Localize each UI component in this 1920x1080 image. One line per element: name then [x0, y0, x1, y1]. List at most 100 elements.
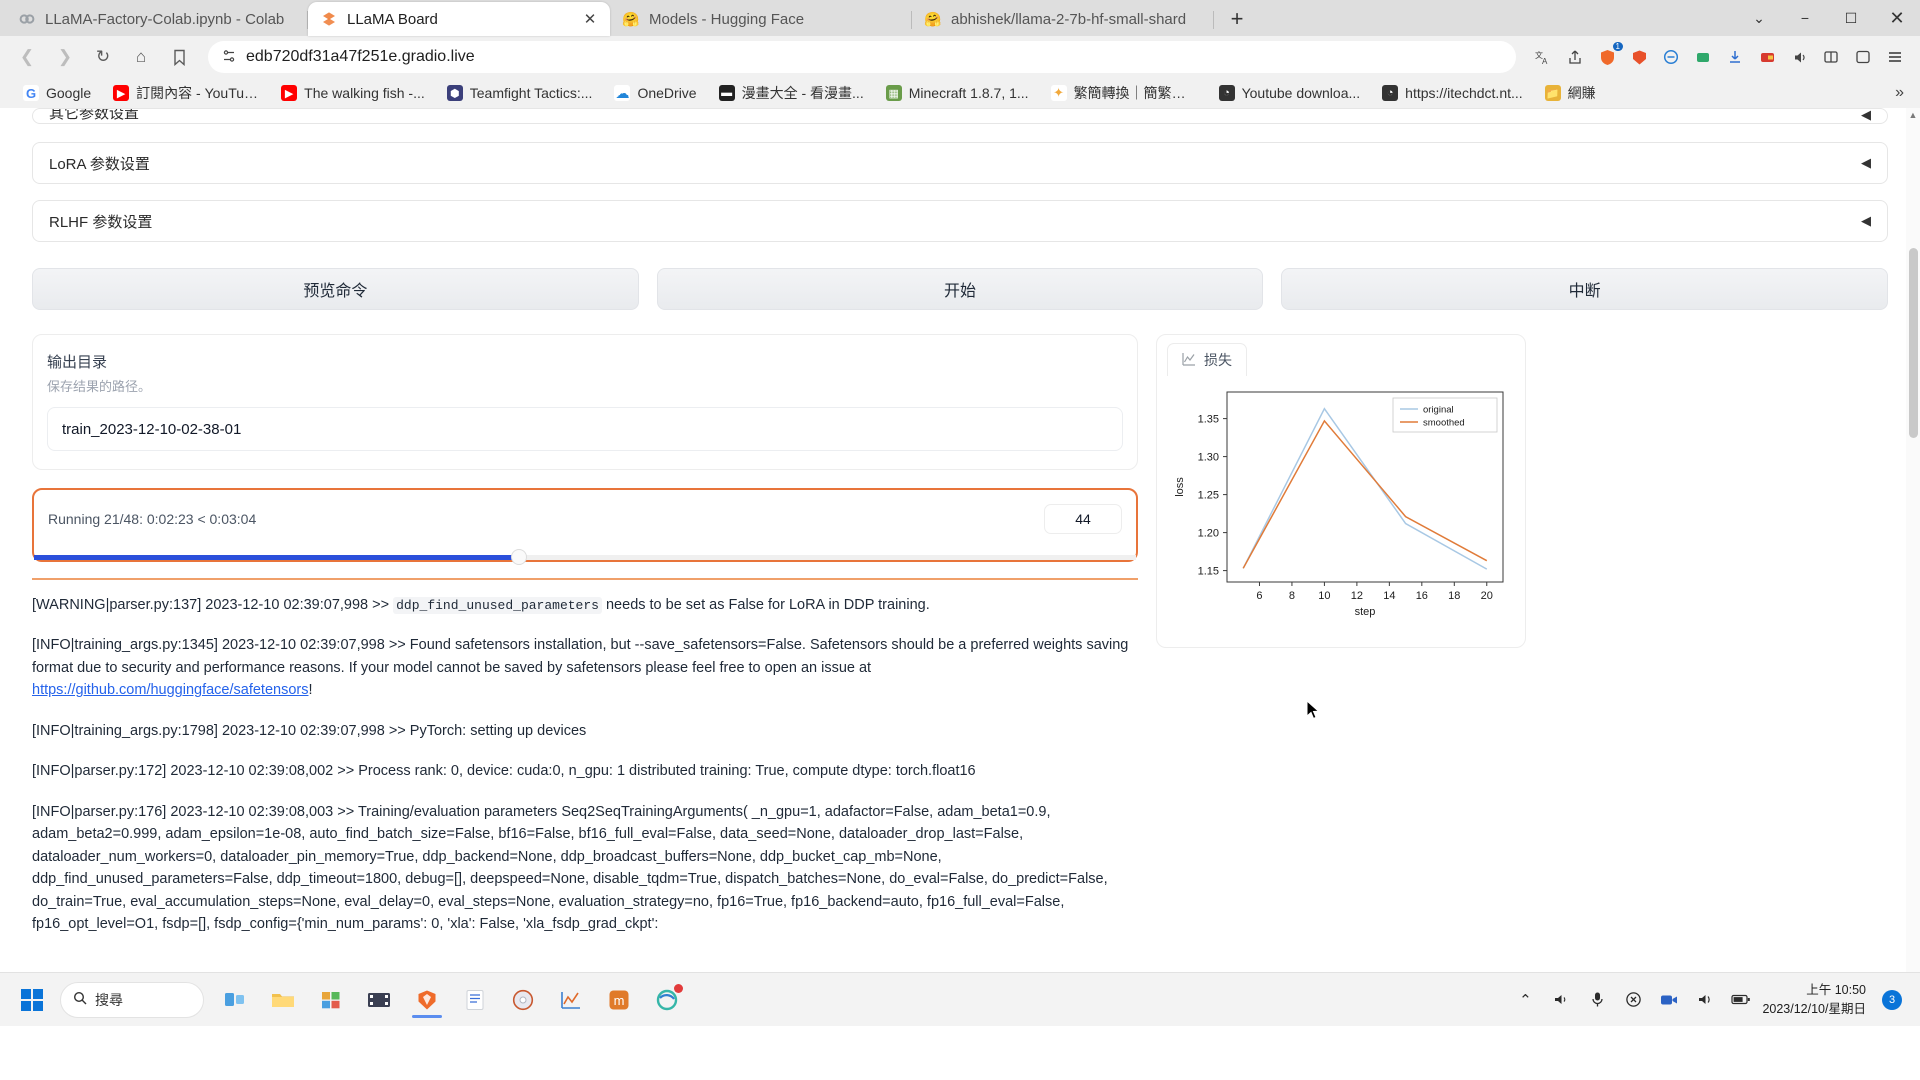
- browser-tab-colab[interactable]: LLaMA-Factory-Colab.ipynb - Colab: [6, 2, 308, 36]
- taskbar-search[interactable]: 搜尋: [60, 981, 204, 1018]
- page-scrollbar[interactable]: ▲ ▼: [1906, 108, 1920, 1020]
- tab-strip: LLaMA-Factory-Colab.ipynb - Colab LLaMA …: [0, 0, 1920, 36]
- taskview-icon[interactable]: [214, 980, 256, 1020]
- progress-bar-track[interactable]: [34, 549, 1136, 565]
- taskbar-clock[interactable]: 上午 10:50 2023/12/10/星期日: [1762, 981, 1876, 1017]
- bookmark-label: Teamfight Tactics:...: [469, 85, 593, 101]
- clock-date: 2023/12/10/星期日: [1762, 1001, 1866, 1016]
- new-tab-button[interactable]: +: [1222, 4, 1252, 34]
- bookmark-teamfight-tactics[interactable]: ⬢ Teamfight Tactics:...: [436, 81, 604, 105]
- abort-button[interactable]: 中断: [1281, 268, 1889, 310]
- output-dir-input[interactable]: train_2023-12-10-02-38-01: [47, 407, 1123, 451]
- brave-icon[interactable]: [406, 980, 448, 1020]
- menu-icon[interactable]: [1880, 42, 1910, 72]
- bookmark-label: OneDrive: [637, 85, 697, 101]
- download-icon[interactable]: [1720, 42, 1750, 72]
- browser-tab-models-hf[interactable]: 🤗 Models - Hugging Face: [610, 2, 912, 36]
- bookmarks-overflow-icon[interactable]: »: [1895, 84, 1908, 102]
- maximize-button[interactable]: ☐: [1828, 0, 1874, 36]
- svg-text:1.20: 1.20: [1198, 528, 1219, 540]
- accordion-rlhf-params[interactable]: RLHF 参数设置 ◀: [32, 200, 1888, 242]
- preview-command-button[interactable]: 预览命令: [32, 268, 639, 310]
- log-text: [INFO|training_args.py:1345] 2023-12-10 …: [32, 637, 1129, 676]
- bookmark-youtube-subs[interactable]: ▶ 訂閱內容 - YouTube: [102, 81, 270, 105]
- bookmark-minecraft[interactable]: ▦ Minecraft 1.8.7, 1...: [875, 81, 1040, 105]
- mic-icon[interactable]: [1582, 984, 1612, 1016]
- edge-icon[interactable]: [646, 980, 688, 1020]
- log-line-devices: [INFO|training_args.py:1798] 2023-12-10 …: [32, 722, 587, 739]
- accordion-other-params[interactable]: 其它参数设置 ◀: [32, 108, 1888, 124]
- start-button[interactable]: 开始: [656, 268, 1264, 310]
- speaker-icon[interactable]: [1784, 42, 1814, 72]
- movie-maker-icon[interactable]: [358, 980, 400, 1020]
- close-window-button[interactable]: ✕: [1874, 0, 1920, 36]
- chart-app-icon[interactable]: [550, 980, 592, 1020]
- output-dir-label: 输出目录: [47, 354, 108, 371]
- progress-bar-knob[interactable]: [510, 549, 527, 565]
- m-app-icon[interactable]: m: [598, 980, 640, 1020]
- browser-profile-icon[interactable]: [1848, 42, 1878, 72]
- shield-icon[interactable]: 1: [1592, 42, 1623, 72]
- word-icon[interactable]: [454, 980, 496, 1020]
- scroll-up-icon[interactable]: ▲: [1907, 108, 1919, 122]
- site-info-icon[interactable]: [222, 49, 236, 66]
- svg-text:step: step: [1355, 606, 1376, 618]
- bookmark-google[interactable]: G Google: [12, 81, 102, 105]
- safetensors-link[interactable]: https://github.com/huggingface/safetenso…: [32, 682, 308, 698]
- cd-icon[interactable]: [502, 980, 544, 1020]
- bookmark-folder-wangzhuan[interactable]: 📁 網賺: [1534, 81, 1607, 105]
- output-dir-sublabel: 保存结果的路径。: [47, 379, 152, 394]
- bookmark-chinese-converter[interactable]: ✦ 繁簡轉換｜簡繁轉...: [1040, 81, 1208, 105]
- back-icon[interactable]: ❮: [10, 41, 44, 73]
- close-icon[interactable]: ✕: [582, 10, 598, 28]
- address-text[interactable]: edb720df31a47f251e.gradio.live: [246, 48, 475, 66]
- bookmark-walking-fish[interactable]: ▶ The walking fish -...: [270, 81, 436, 105]
- bookmark-youtube-downloader[interactable]: ◔ Youtube downloa...: [1208, 81, 1372, 105]
- translate-icon[interactable]: 文A: [1528, 42, 1558, 72]
- tab-title: abhishek/llama-2-7b-hf-small-shard: [951, 10, 1187, 28]
- log-text-after-link: !: [308, 682, 313, 699]
- file-explorer-icon[interactable]: [262, 980, 304, 1020]
- accordion-lora-params[interactable]: LoRA 参数设置 ◀: [32, 142, 1888, 184]
- speaker-icon[interactable]: [1690, 984, 1720, 1016]
- bookmark-label: https://itechdct.nt...: [1405, 85, 1523, 101]
- bookmark-icon[interactable]: [162, 41, 196, 73]
- browser-tab-abhishek-llama[interactable]: 🤗 abhishek/llama-2-7b-hf-small-shard: [912, 2, 1214, 36]
- chart-tab-label: 损失: [1204, 352, 1232, 368]
- address-bar[interactable]: edb720df31a47f251e.gradio.live: [208, 41, 1516, 73]
- minimize-button[interactable]: −: [1782, 0, 1828, 36]
- share-icon[interactable]: [1560, 42, 1590, 72]
- accordion-label: 其它参数设置: [49, 108, 140, 122]
- camera-icon[interactable]: [1654, 984, 1684, 1016]
- forward-icon[interactable]: ❯: [48, 41, 82, 73]
- start-button[interactable]: [10, 982, 54, 1018]
- store-icon[interactable]: [310, 980, 352, 1020]
- home-icon[interactable]: ⌂: [124, 41, 158, 73]
- battery-icon[interactable]: [1726, 984, 1756, 1016]
- progress-value-box[interactable]: 44: [1044, 504, 1122, 534]
- windows-logo-icon: [21, 988, 43, 1011]
- notification-badge[interactable]: 3: [1882, 989, 1902, 1010]
- wallet-icon[interactable]: [1688, 42, 1718, 72]
- split-screen-icon[interactable]: [1816, 42, 1846, 72]
- bookmark-itechdct[interactable]: ◔ https://itechdct.nt...: [1371, 81, 1534, 105]
- bookmark-onedrive[interactable]: ☁ OneDrive: [603, 81, 707, 105]
- extension-icon[interactable]: [1656, 42, 1686, 72]
- bookmark-label: 繁簡轉換｜簡繁轉...: [1073, 85, 1197, 101]
- browser-tab-llama-board[interactable]: LLaMA Board ✕: [308, 2, 610, 36]
- collections-icon[interactable]: [1752, 42, 1782, 72]
- tab-loss[interactable]: 损失: [1167, 343, 1247, 376]
- brave-icon[interactable]: [1624, 42, 1654, 72]
- chart-canvas-area: 1.15 1.20 1.25 1.30 1.35 6 8 10 12 14 16 18 20 step lo…: [1157, 376, 1525, 635]
- converter-icon: ✦: [1050, 85, 1067, 101]
- reload-icon[interactable]: ↻: [86, 41, 120, 73]
- svg-text:18: 18: [1448, 590, 1460, 602]
- bookmark-manhua[interactable]: ▬ 漫畫大全 - 看漫畫...: [708, 81, 875, 105]
- scrollbar-thumb[interactable]: [1909, 248, 1918, 438]
- volume-icon[interactable]: [1546, 984, 1576, 1016]
- chevron-up-icon[interactable]: ⌃: [1510, 984, 1540, 1016]
- log-output-panel: [WARNING|parser.py:137] 2023-12-10 02:39…: [32, 578, 1138, 936]
- tab-list-icon[interactable]: ⌄: [1736, 0, 1782, 36]
- close-icon[interactable]: [1618, 984, 1648, 1016]
- log-prefix: [WARNING|parser.py:137] 2023-12-10 02:39…: [32, 597, 394, 613]
